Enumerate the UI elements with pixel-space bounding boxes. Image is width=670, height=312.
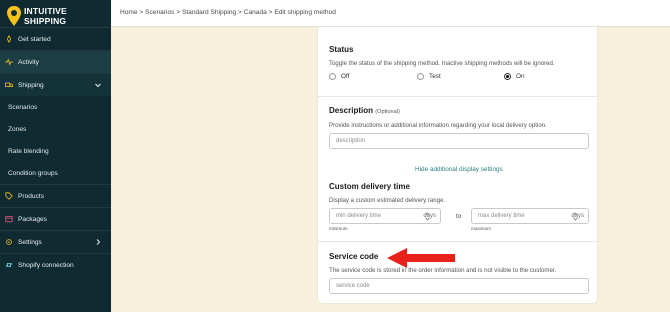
description-title: Description (329, 106, 374, 115)
tag-icon (5, 192, 13, 200)
sidebar-item-packages[interactable]: Packages (0, 208, 111, 230)
location-pin-icon (7, 6, 21, 26)
app-logo[interactable]: INTUITIVE SHIPPING (6, 5, 106, 27)
annotation-arrow-icon (387, 248, 455, 268)
sidebar-nav: Get started Activity Shipping Scenarios … (0, 27, 111, 276)
status-heading: Status (329, 45, 354, 54)
chevron-down-icon (95, 83, 101, 88)
description-help: Provide instructions or additional infor… (329, 122, 547, 129)
radio-button-selected[interactable] (504, 73, 511, 80)
description-placeholder: description (336, 138, 366, 144)
description-input[interactable]: description (329, 133, 589, 149)
truck-icon (5, 82, 13, 87)
chevron-right-icon (96, 239, 101, 245)
status-description: Toggle the status of the shipping method… (329, 60, 555, 67)
min-delivery-placeholder: min delivery time (336, 213, 382, 219)
delivery-time-description: Display a custom estimated delivery rang… (329, 197, 446, 204)
max-caption: maximum (471, 226, 491, 231)
days-suffix: days (571, 213, 584, 219)
pulse-icon (5, 58, 13, 66)
sidebar-item-label: Scenarios (8, 103, 38, 111)
max-delivery-time-input[interactable]: max delivery time days (471, 208, 589, 224)
box-icon (5, 216, 13, 223)
sidebar-item-scenarios[interactable]: Scenarios (0, 96, 111, 118)
link-icon (5, 263, 13, 267)
sidebar-item-activity[interactable]: Activity (0, 51, 111, 73)
service-code-input[interactable]: service code (329, 278, 589, 294)
sidebar-item-label: Packages (18, 215, 47, 223)
brand-name: INTUITIVE SHIPPING (24, 6, 67, 26)
section-divider (318, 241, 599, 242)
sidebar-item-condition-groups[interactable]: Condition groups (0, 162, 111, 184)
hide-display-settings-link[interactable]: Hide additional display settings (415, 166, 503, 173)
status-option-on[interactable]: On (504, 73, 525, 80)
sidebar-item-label: Products (18, 192, 45, 200)
service-code-placeholder: service code (336, 283, 370, 289)
sidebar-item-label: Rate blending (8, 147, 49, 155)
sidebar-item-label: Activity (18, 58, 39, 66)
gear-icon (6, 239, 12, 245)
sidebar-item-zones[interactable]: Zones (0, 118, 111, 140)
status-option-off[interactable]: Off (329, 73, 349, 80)
range-separator: to (456, 213, 462, 220)
radio-button[interactable] (417, 73, 424, 80)
description-heading: Description (Optional) (329, 106, 400, 115)
sidebar-item-settings[interactable]: Settings (0, 231, 111, 253)
sidebar-item-rate-blending[interactable]: Rate blending (0, 140, 111, 162)
max-delivery-placeholder: max delivery time (478, 213, 525, 219)
shipping-method-form: Status Toggle the status of the shipping… (317, 27, 599, 304)
sidebar-item-label: Zones (8, 125, 27, 133)
service-code-heading: Service code (329, 252, 379, 261)
service-code-description: The service code is stored in the order … (329, 267, 557, 274)
sidebar-item-label: Settings (18, 238, 42, 246)
status-option-test[interactable]: Test (417, 73, 441, 80)
sidebar: INTUITIVE SHIPPING Get started Activity … (0, 0, 111, 312)
optional-label: (Optional) (375, 109, 400, 115)
sidebar-item-shopify-connection[interactable]: Shopify connection (0, 254, 111, 276)
top-bar: Home > Scenarios > Standard Shipping > C… (111, 0, 670, 27)
days-suffix: days (423, 213, 436, 219)
rocket-icon (6, 35, 12, 43)
min-delivery-time-input[interactable]: min delivery time days (329, 208, 441, 224)
min-caption: minimum (329, 226, 348, 231)
sidebar-item-label: Shipping (18, 81, 44, 89)
section-divider (318, 96, 599, 97)
radio-label: Off (341, 73, 350, 80)
sidebar-item-shipping[interactable]: Shipping (0, 74, 111, 96)
sidebar-item-label: Shopify connection (18, 261, 74, 269)
breadcrumb[interactable]: Home > Scenarios > Standard Shipping > C… (120, 9, 336, 16)
sidebar-item-label: Get started (18, 35, 51, 43)
radio-button[interactable] (329, 73, 336, 80)
sidebar-item-get-started[interactable]: Get started (0, 28, 111, 50)
delivery-time-heading: Custom delivery time (329, 182, 410, 191)
sidebar-item-products[interactable]: Products (0, 185, 111, 207)
radio-label: Test (429, 73, 441, 80)
radio-label: On (516, 73, 525, 80)
sidebar-item-label: Condition groups (8, 169, 58, 177)
